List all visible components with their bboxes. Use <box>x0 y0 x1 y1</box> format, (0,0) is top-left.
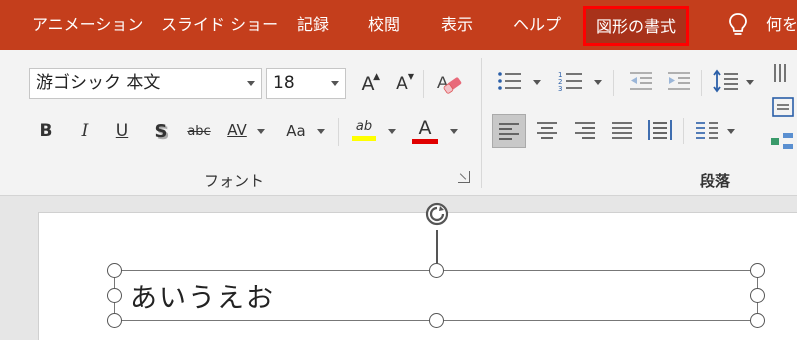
lightbulb-icon[interactable] <box>727 12 749 38</box>
caret-up-icon: ▲ <box>373 72 380 82</box>
ribbon-tab-bar: アニメーション スライド ショー 記録 校閲 表示 ヘルプ 図形の書式 何を <box>0 0 797 50</box>
chevron-down-icon[interactable] <box>746 80 754 85</box>
bullets-icon[interactable] <box>497 70 523 92</box>
font-name-combo[interactable]: 游ゴシック 本文 <box>29 68 262 99</box>
chevron-down-icon <box>331 81 339 86</box>
line-spacing-icon[interactable] <box>712 68 740 94</box>
tab-help[interactable]: ヘルプ <box>513 0 561 50</box>
chevron-down-icon[interactable] <box>533 80 541 85</box>
align-left-icon <box>499 123 519 140</box>
chevron-down-icon[interactable] <box>257 129 265 134</box>
font-group-label: フォント <box>204 172 265 190</box>
rotate-handle-icon[interactable] <box>423 200 451 232</box>
caret-down-icon: ▼ <box>407 72 414 81</box>
chevron-down-icon[interactable] <box>727 129 735 134</box>
align-left-button[interactable] <box>492 114 526 148</box>
text-highlight-button[interactable]: ab <box>350 114 378 146</box>
chevron-down-icon[interactable] <box>450 129 458 134</box>
tab-review[interactable]: 校閲 <box>368 0 400 50</box>
group-separator <box>481 58 482 188</box>
font-size-value: 18 <box>273 73 295 93</box>
font-color-button[interactable]: A <box>411 114 439 146</box>
highlight-pen-icon: ab <box>355 119 373 134</box>
numbering-icon[interactable]: 123 <box>558 70 584 92</box>
tell-me-search[interactable]: 何を <box>766 0 797 50</box>
font-size-combo[interactable]: 18 <box>266 68 346 99</box>
separator <box>338 118 339 146</box>
change-case-button[interactable]: Aa <box>282 118 310 144</box>
separator <box>701 70 702 96</box>
text-box-content[interactable]: あいうえお <box>130 276 275 315</box>
resize-handle-left[interactable] <box>107 288 122 303</box>
distributed-icon[interactable] <box>647 118 673 142</box>
resize-handle-top-right[interactable] <box>750 263 765 278</box>
text-direction-icon[interactable] <box>771 62 793 84</box>
shadow-button[interactable]: S <box>150 118 172 144</box>
chevron-down-icon <box>247 81 255 86</box>
tab-record[interactable]: 記録 <box>297 0 329 50</box>
increase-indent-icon[interactable] <box>666 70 692 92</box>
resize-handle-bottom[interactable] <box>429 313 444 328</box>
resize-handle-bottom-right[interactable] <box>750 313 765 328</box>
tab-view[interactable]: 表示 <box>441 0 473 50</box>
resize-handle-bottom-left[interactable] <box>107 313 122 328</box>
font-color-icon: A <box>418 116 432 139</box>
svg-text:3: 3 <box>558 85 562 92</box>
font-dialog-launcher-icon[interactable] <box>458 171 470 183</box>
tab-slideshow[interactable]: スライド ショー <box>161 0 278 50</box>
separator <box>423 70 424 98</box>
char-spacing-icon: AV <box>227 121 247 139</box>
chevron-down-icon[interactable] <box>594 80 602 85</box>
char-spacing-button[interactable]: AV <box>224 116 250 144</box>
strikethrough-button[interactable]: abc <box>184 118 214 144</box>
align-center-icon[interactable] <box>536 121 558 139</box>
smartart-icon[interactable] <box>769 130 795 152</box>
highlight-color-swatch <box>352 136 376 141</box>
paragraph-group-label: 段落 <box>700 172 731 190</box>
font-color-swatch <box>412 138 438 144</box>
justify-icon[interactable] <box>611 121 633 139</box>
separator <box>683 118 684 144</box>
columns-icon[interactable] <box>695 121 719 139</box>
align-text-icon[interactable] <box>771 96 795 118</box>
shrink-font-icon: A <box>396 74 408 94</box>
chevron-down-icon[interactable] <box>388 129 396 134</box>
tab-animations[interactable]: アニメーション <box>32 0 143 50</box>
decrease-indent-icon[interactable] <box>628 70 654 92</box>
resize-handle-right[interactable] <box>750 288 765 303</box>
bold-button[interactable]: B <box>36 118 56 144</box>
align-right-icon[interactable] <box>574 121 596 139</box>
resize-handle-top-left[interactable] <box>107 263 122 278</box>
underline-button[interactable]: U <box>112 118 132 144</box>
resize-handle-top[interactable] <box>429 263 444 278</box>
clear-formatting-icon[interactable]: A <box>436 71 464 97</box>
chevron-down-icon[interactable] <box>317 129 325 134</box>
italic-button[interactable]: I <box>75 118 95 144</box>
separator <box>613 70 614 96</box>
font-name-value: 游ゴシック 本文 <box>36 73 161 93</box>
grow-font-button[interactable]: A ▲ <box>355 70 381 98</box>
tab-shape-format[interactable]: 図形の書式 <box>583 6 690 46</box>
shrink-font-button[interactable]: A ▼ <box>389 70 415 98</box>
